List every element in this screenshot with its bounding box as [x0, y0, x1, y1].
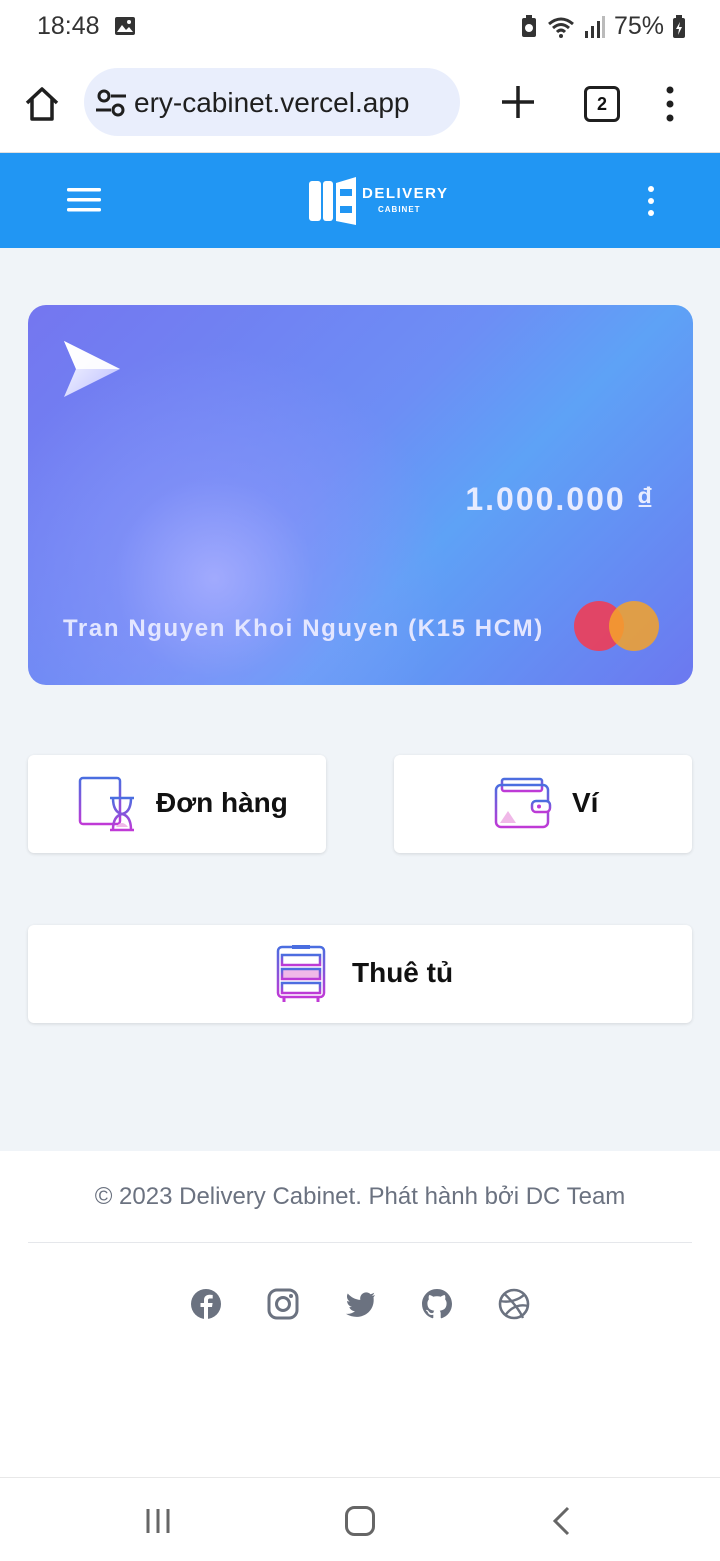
paper-plane-icon	[64, 341, 120, 397]
wallet-label: Ví	[572, 787, 599, 818]
status-indicators: 75%	[520, 12, 686, 41]
status-time: 18:48	[37, 12, 100, 40]
recent-apps-icon[interactable]	[144, 1506, 174, 1536]
back-icon[interactable]	[550, 1505, 574, 1537]
copyright-text: © 2023 Delivery Cabinet. Phát hành bởi D…	[94, 1183, 626, 1210]
home-nav-icon[interactable]	[344, 1505, 376, 1537]
card-balance: 1.000.000 ₫	[465, 481, 655, 517]
rent-cabinet-label: Thuê tủ	[352, 957, 454, 988]
footer-divider	[28, 1242, 692, 1243]
rent-cabinet-tile[interactable]: Thuê tủ	[28, 925, 692, 1023]
new-tab-icon[interactable]	[498, 82, 538, 122]
app-header: DELIVERY CABINET	[0, 153, 720, 248]
system-navigation-bar	[0, 1477, 720, 1561]
site-settings-icon[interactable]	[94, 86, 128, 120]
twitter-icon[interactable]	[343, 1287, 377, 1321]
url-text[interactable]: ery-cabinet.vercel.app	[134, 87, 409, 119]
status-bar: 18:48 75%	[0, 0, 720, 54]
cabinet-icon	[276, 945, 326, 1002]
wallet-icon	[494, 777, 552, 829]
main-content: 1.000.000 ₫ Tran Nguyen Khoi Nguyen (K15…	[0, 248, 720, 1151]
logo-title: DELIVERY	[362, 185, 449, 202]
orders-tile[interactable]: Đơn hàng	[28, 755, 326, 853]
orders-label: Đơn hàng	[156, 787, 288, 818]
logo-mark-icon	[309, 177, 356, 225]
balance-card[interactable]: 1.000.000 ₫ Tran Nguyen Khoi Nguyen (K15…	[28, 305, 693, 685]
gallery-notification-icon	[115, 17, 135, 35]
card-brand-icon-right	[609, 601, 659, 651]
tab-switcher-button[interactable]: 2	[584, 86, 620, 122]
facebook-icon[interactable]	[189, 1287, 223, 1321]
signal-icon	[584, 15, 605, 38]
wallet-tile[interactable]: Ví	[394, 755, 692, 853]
wifi-icon	[547, 17, 574, 38]
logo-subtitle: CABINET	[378, 205, 421, 214]
app-logo[interactable]: DELIVERY CABINET	[308, 175, 448, 229]
browser-toolbar: ery-cabinet.vercel.app 2	[0, 54, 720, 153]
card-holder-name: Tran Nguyen Khoi Nguyen (K15 HCM)	[63, 615, 544, 642]
address-bar[interactable]: ery-cabinet.vercel.app	[84, 68, 460, 136]
instagram-icon[interactable]	[266, 1287, 300, 1321]
battery-percent: 75%	[613, 12, 664, 40]
more-options-icon[interactable]	[644, 185, 658, 217]
hamburger-menu-icon[interactable]	[67, 187, 101, 213]
battery-icon	[673, 14, 685, 38]
dribbble-icon[interactable]	[497, 1287, 531, 1321]
home-icon[interactable]	[22, 84, 62, 124]
battery-saver-icon	[521, 14, 536, 37]
browser-menu-icon[interactable]	[660, 84, 680, 124]
footer: © 2023 Delivery Cabinet. Phát hành bởi D…	[0, 1151, 720, 1477]
github-icon[interactable]	[420, 1287, 454, 1321]
orders-hourglass-icon	[76, 776, 134, 832]
